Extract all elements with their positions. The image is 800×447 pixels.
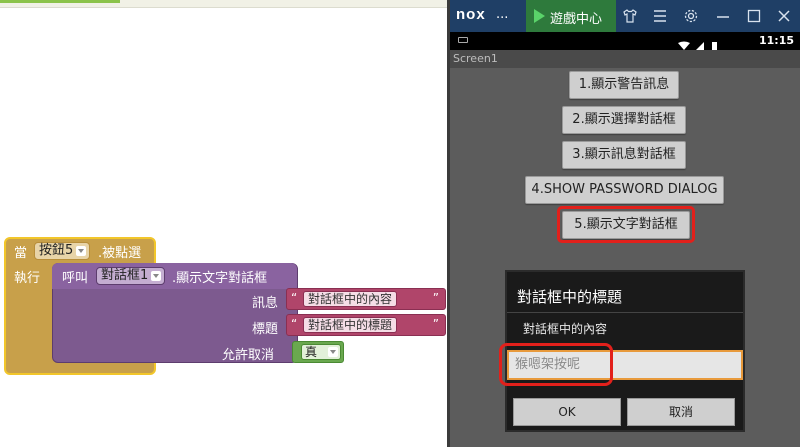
button-show-password-dialog[interactable]: 4.SHOW PASSWORD DIALOG (525, 176, 724, 204)
shirt-icon[interactable] (622, 8, 638, 28)
true-dropdown[interactable]: 真 (301, 344, 341, 360)
chevron-down-icon (328, 347, 338, 357)
event-component-dropdown[interactable]: 按鈕5 (34, 242, 91, 260)
button-show-message-dialog[interactable]: 3.顯示訊息對話框 (562, 141, 686, 169)
nox-title-bar: nox ... 遊戲中心 (450, 0, 800, 32)
true-logic-block[interactable]: 真 (292, 341, 344, 363)
chevron-down-icon (151, 271, 162, 281)
call-method-label: .顯示文字對話框 (172, 271, 268, 286)
call-label: 呼叫 (62, 271, 89, 286)
android-status-bar: 11:15 (450, 32, 800, 50)
message-text-value[interactable]: 對話框中的內容 (303, 291, 398, 307)
quote-open: “ (291, 317, 298, 331)
param-message-label: 訊息 (252, 296, 279, 311)
event-when-label: 當 (14, 246, 28, 261)
blocks-workspace: 當 按鈕5 .被點選 執行 呼叫 對話框1 .顯示文字對話框 訊息 標題 允許取… (0, 0, 447, 447)
keyboard-icon (458, 37, 468, 43)
chevron-down-icon (76, 246, 87, 256)
nox-more-label[interactable]: ... (496, 7, 508, 22)
dialog-ok-button[interactable]: OK (513, 398, 621, 426)
nox-logo: nox (456, 6, 486, 23)
button-show-choose-dialog[interactable]: 2.顯示選擇對話框 (562, 106, 686, 134)
call-component-label: 對話框1 (101, 268, 149, 283)
workspace-topbar (0, 0, 447, 8)
dialog-title: 對話框中的標題 (517, 288, 623, 306)
minimize-icon[interactable] (716, 8, 730, 28)
play-icon (534, 9, 545, 23)
highlight-button5 (557, 206, 695, 243)
param-cancelable-label: 允許取消 (222, 348, 275, 363)
menu-icon[interactable] (653, 8, 667, 28)
dialog-divider (507, 312, 743, 313)
event-component-label: 按鈕5 (39, 243, 74, 258)
screen-title: Screen1 (450, 50, 800, 68)
maximize-icon[interactable] (747, 8, 761, 28)
message-text-block[interactable]: “ 對話框中的內容 ” (286, 288, 446, 310)
title-text-value[interactable]: 對話框中的標題 (303, 317, 398, 333)
quote-close: ” (432, 317, 439, 331)
param-title-label: 標題 (252, 322, 279, 337)
event-name-label: .被點選 (98, 246, 142, 261)
quote-close: ” (432, 291, 439, 305)
dialog-cancel-button[interactable]: 取消 (627, 398, 735, 426)
dialog-message: 對話框中的內容 (523, 322, 608, 336)
quote-open: “ (291, 291, 298, 305)
highlight-input (499, 343, 613, 386)
button-show-alert[interactable]: 1.顯示警告訊息 (569, 71, 679, 99)
true-value-label: 真 (305, 345, 318, 359)
title-text-block[interactable]: “ 對話框中的標題 ” (286, 314, 446, 336)
status-clock: 11:15 (758, 34, 794, 47)
game-center-label: 遊戲中心 (550, 12, 603, 27)
event-do-label: 執行 (14, 271, 41, 286)
gear-icon[interactable] (683, 8, 699, 28)
call-component-dropdown[interactable]: 對話框1 (96, 267, 166, 285)
game-center-button[interactable]: 遊戲中心 (526, 0, 616, 32)
close-icon[interactable] (777, 8, 791, 28)
